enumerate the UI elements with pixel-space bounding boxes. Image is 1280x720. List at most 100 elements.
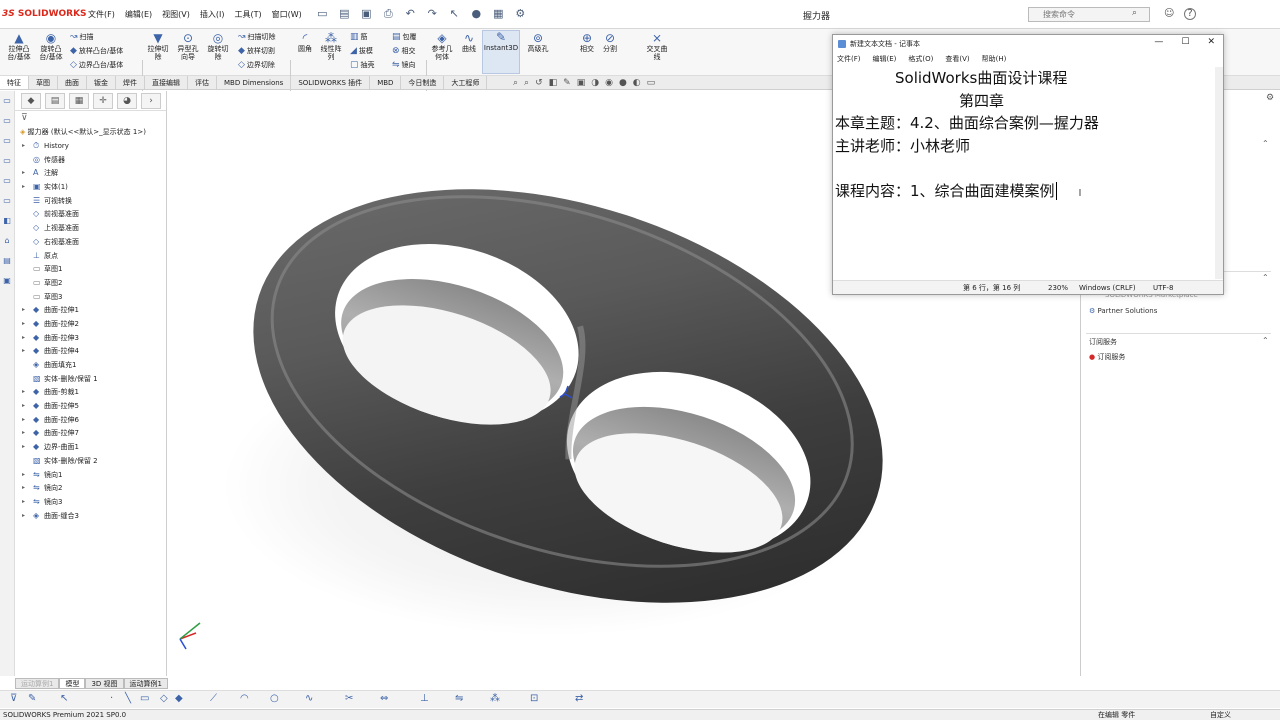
instant3d-button[interactable]: ✎ Instant3D	[482, 30, 520, 74]
new-icon[interactable]: ▭	[316, 7, 329, 21]
np-menu-edit[interactable]: 编辑(E)	[873, 53, 897, 66]
select-arrow-icon[interactable]: ↖	[60, 693, 68, 704]
section-view-icon[interactable]: ◧	[549, 78, 558, 88]
loft-button[interactable]: ◆ 放样凸台/基体	[70, 46, 123, 56]
np-menu-format[interactable]: 格式(O)	[908, 53, 933, 66]
tree-item[interactable]: ▸ A 注解	[15, 166, 166, 180]
tree-item[interactable]: ▧ 实体-删除/保留 1	[15, 372, 166, 386]
offset-icon[interactable]: ⊡	[530, 693, 538, 704]
mirror-button[interactable]: ⇋ 镜向	[392, 60, 416, 70]
circle-icon[interactable]: ○	[270, 693, 279, 704]
mirror-icon[interactable]: ⇋	[455, 693, 463, 704]
view-settings-icon[interactable]: ▭	[647, 78, 656, 88]
pencil-icon[interactable]: ✎	[28, 693, 36, 704]
wrap-button[interactable]: ▤ 包覆	[392, 32, 417, 42]
tab-motion-study-1[interactable]: 运动算例1	[123, 678, 169, 689]
curves-button[interactable]: ∿ 曲线	[458, 32, 480, 54]
revolve-boss-button[interactable]: ◉ 旋转凸 台/基体	[36, 32, 66, 62]
np-menu-view[interactable]: 查看(V)	[945, 53, 969, 66]
solidworks-logo[interactable]: 3S SOLIDWORKS	[2, 9, 87, 19]
tab-surfaces[interactable]: 曲面	[58, 76, 87, 89]
strip-display-icon[interactable]: ▭	[0, 171, 14, 191]
tree-item[interactable]: ◇ 上视基准面	[15, 221, 166, 235]
expand-arrow-icon[interactable]: ▸	[22, 385, 25, 399]
fillet-button[interactable]: ◜ 圆角	[294, 32, 316, 54]
expand-arrow-icon[interactable]: ▸	[22, 413, 25, 427]
apply-scene-icon[interactable]: ◐	[633, 78, 641, 88]
expand-arrow-icon[interactable]: ▸	[22, 440, 25, 454]
edge-icon[interactable]: ⟋	[210, 693, 217, 704]
menu-view[interactable]: 视图(V)	[162, 9, 190, 20]
display-style-icon[interactable]: ◑	[591, 78, 599, 88]
expand-arrow-icon[interactable]: ▸	[22, 303, 25, 317]
previous-view-icon[interactable]: ↺	[535, 78, 543, 88]
tab-solidworks-addins[interactable]: SOLIDWORKS 插件	[291, 76, 371, 89]
strip-parts-icon[interactable]: ▤	[0, 251, 14, 271]
expand-arrow-icon[interactable]: ▸	[22, 344, 25, 358]
spline-icon[interactable]: ∿	[305, 693, 313, 704]
tree-item[interactable]: ▸ ⏱ History	[15, 139, 166, 153]
open-icon[interactable]: ▤	[338, 7, 351, 21]
zoom-area-icon[interactable]: ⌕	[524, 78, 529, 88]
tab-motion-study-hidden[interactable]: 运动算例1	[15, 678, 60, 689]
pattern-icon[interactable]: ⁂	[490, 693, 500, 704]
options-icon[interactable]: ⚙	[514, 7, 527, 21]
maximize-icon[interactable]: ☐	[1181, 37, 1189, 47]
expand-arrow-icon[interactable]: ▸	[22, 399, 25, 413]
tree-item[interactable]: ◇ 前视基准面	[15, 207, 166, 221]
tree-item[interactable]: ▧ 实体-删除/保留 2	[15, 454, 166, 468]
tree-item[interactable]: ◇ 右视基准面	[15, 235, 166, 249]
plane-icon[interactable]: ◇	[160, 693, 168, 704]
tree-item[interactable]: ◎ 传感器	[15, 153, 166, 167]
expand-arrow-icon[interactable]: ▸	[22, 426, 25, 440]
vertical-scrollbar[interactable]	[1215, 67, 1223, 279]
property-manager-tab-icon[interactable]: ▤	[45, 92, 65, 109]
combine-button[interactable]: ⊕ 相交	[576, 32, 598, 54]
menu-insert[interactable]: 插入(I)	[200, 9, 225, 20]
tree-item[interactable]: ▸ ⇋ 镜向1	[15, 468, 166, 482]
undo-icon[interactable]: ↶	[404, 7, 417, 21]
strip-feature-icon[interactable]: ▭	[0, 111, 14, 131]
tab-direct-editing[interactable]: 直接编辑	[145, 76, 188, 89]
tab-features[interactable]: 特征	[0, 76, 29, 89]
revolve-cut-button[interactable]: ◎ 旋转切 除	[204, 32, 232, 62]
np-menu-file[interactable]: 文件(F)	[837, 53, 861, 66]
tab-weldments[interactable]: 焊件	[116, 76, 145, 89]
hide-show-icon[interactable]: ◉	[605, 78, 613, 88]
tree-item[interactable]: ▸ ◆ 曲面-剪裁1	[15, 385, 166, 399]
view-orientation-icon[interactable]: ▣	[577, 78, 586, 88]
line-icon[interactable]: ╲	[125, 693, 131, 704]
user-icon[interactable]: ☺	[1164, 8, 1174, 19]
extrude-cut-button[interactable]: ▼ 拉伸切 除	[144, 32, 172, 62]
help-icon[interactable]: ?	[1184, 8, 1196, 20]
point-icon[interactable]: ·	[110, 693, 113, 704]
convert-icon[interactable]: ⇄	[575, 693, 583, 704]
tree-item[interactable]: ▸ ◆ 曲面-拉伸7	[15, 426, 166, 440]
zoom-to-fit-icon[interactable]: ⌕	[513, 78, 518, 88]
search-icon[interactable]: ⌕	[1132, 8, 1137, 18]
np-menu-help[interactable]: 帮助(H)	[982, 53, 1007, 66]
redo-icon[interactable]: ↷	[426, 7, 439, 21]
strip-render-icon[interactable]: ▭	[0, 191, 14, 211]
tree-item[interactable]: ▸ ⇋ 镜向3	[15, 495, 166, 509]
tree-item[interactable]: ▸ ⇋ 镜向2	[15, 481, 166, 495]
sweep-cut-button[interactable]: ↝ 扫描切除	[238, 32, 276, 42]
expand-arrow-icon[interactable]: ▸	[22, 317, 25, 331]
partner-solutions-link[interactable]: ⚙ Partner Solutions	[1089, 307, 1157, 315]
tab-mbd[interactable]: MBD	[370, 76, 402, 89]
loft-cut-button[interactable]: ◆ 放样切割	[238, 46, 275, 56]
minimize-icon[interactable]: —	[1154, 37, 1163, 47]
rect-icon[interactable]: ▭	[140, 693, 149, 704]
draft-button[interactable]: ◢ 拔模	[350, 46, 373, 56]
edit-appearance-icon[interactable]: ●	[619, 78, 627, 88]
tree-item[interactable]: ▭ 草图2	[15, 276, 166, 290]
cross-curve-button[interactable]: ⨯ 交叉曲 线	[642, 32, 672, 62]
strip-part-icon[interactable]: ▭	[0, 91, 14, 111]
strip-view-icon[interactable]: ▭	[0, 151, 14, 171]
notepad-text-area[interactable]: SolidWorks曲面设计课程 第四章 本章主题：4.2、曲面综合案例—握力器…	[835, 67, 1215, 277]
arc-icon[interactable]: ◠	[240, 693, 249, 704]
collapse-icon[interactable]: ⌃	[1262, 273, 1269, 282]
dimension-icon[interactable]: ⇔	[380, 693, 388, 704]
tree-item[interactable]: ▸ ◆ 曲面-拉伸3	[15, 331, 166, 345]
tree-item[interactable]: ▭ 草图3	[15, 290, 166, 304]
